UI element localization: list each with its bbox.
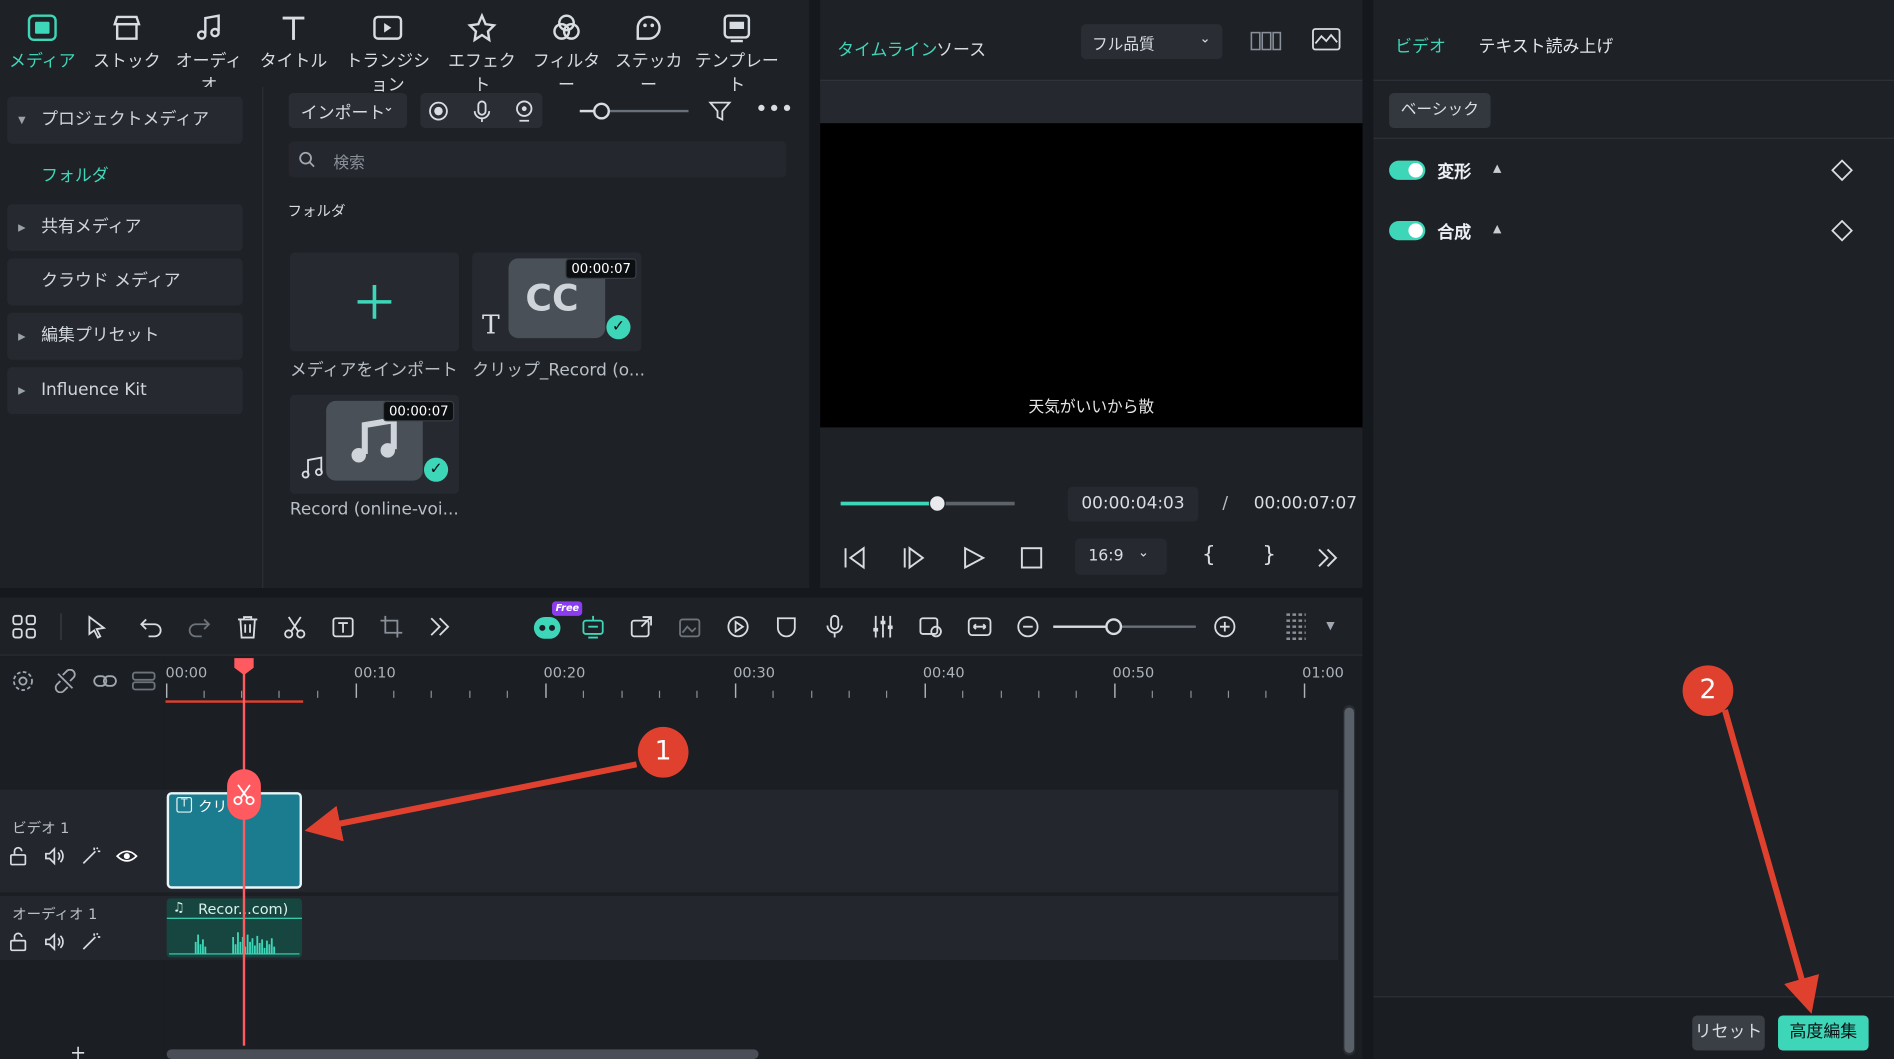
annotation-marker-2: 2 — [1682, 665, 1734, 717]
annotation-arrows — [304, 709, 1820, 1014]
annotation-marker-1: 1 — [637, 726, 689, 778]
